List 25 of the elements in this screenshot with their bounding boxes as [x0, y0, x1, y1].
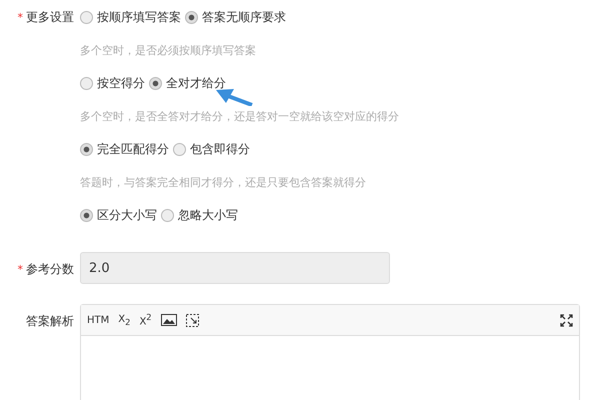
field-label: 参考分数 [26, 260, 74, 278]
radio-option[interactable]: 答案无顺序要求 [185, 8, 286, 26]
field-label: 答案解析 [26, 312, 74, 330]
radio-option[interactable]: 区分大小写 [80, 206, 157, 224]
required-mark: * [18, 262, 23, 276]
field-label: 更多设置 [26, 8, 74, 26]
toolbar-button[interactable]: X$_{2}$ [118, 314, 130, 326]
toolbar-button[interactable]: HTM [87, 314, 110, 326]
required-mark: * [18, 10, 23, 24]
image-icon[interactable] [160, 314, 177, 326]
hint-text: 答题时，与答案完全相同才得分，还是只要包含答案就得分 [80, 174, 366, 190]
radio-option[interactable]: 按空得分 [80, 74, 145, 92]
radio-option[interactable]: 按顺序填写答案 [80, 8, 181, 26]
radio-option[interactable]: 忽略大小写 [161, 206, 238, 224]
toolbar-button[interactable]: X$^{2}$ [139, 312, 152, 328]
radio-option[interactable]: 全对才给分 [149, 74, 226, 92]
rich-text-editor[interactable]: HTM X$_{2}$ X$^{2}$ [80, 304, 580, 400]
fullscreen-icon[interactable] [560, 314, 573, 326]
radio-option[interactable]: 包含即得分 [173, 140, 250, 158]
score-field[interactable]: 2.0 [80, 252, 390, 284]
hint-text: 多个空时，是否全答对才给分，还是答对一空就给该空对应的得分 [80, 108, 399, 124]
hint-text: 多个空时，是否必须按顺序填写答案 [80, 42, 256, 58]
select-icon[interactable] [186, 314, 199, 326]
radio-option[interactable]: 完全匹配得分 [80, 140, 169, 158]
arrow-annotation [214, 88, 254, 106]
